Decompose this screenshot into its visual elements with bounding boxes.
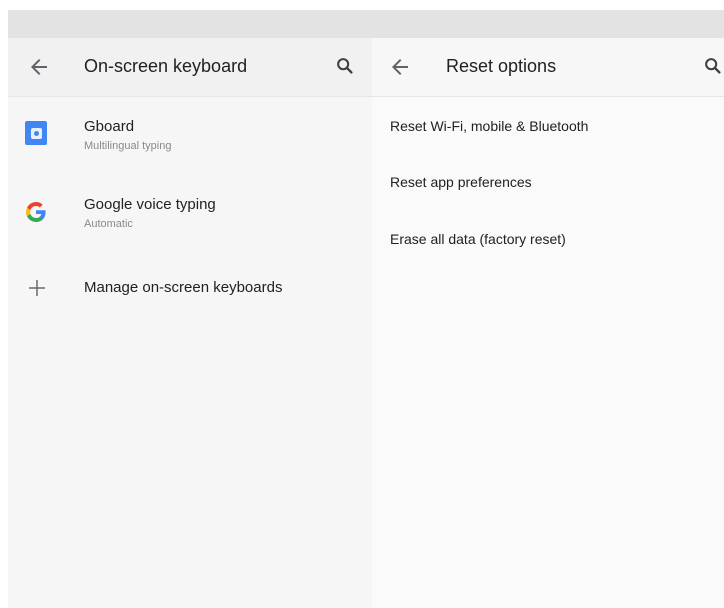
on-screen-keyboard-pane: On-screen keyboard Gboard Multilingual t… <box>8 38 372 608</box>
google-g-icon <box>24 200 48 224</box>
left-toolbar: On-screen keyboard <box>8 38 372 97</box>
item-title: Manage on-screen keyboards <box>84 279 283 296</box>
reset-app-preferences[interactable]: Reset app preferences <box>390 174 532 190</box>
plus-icon <box>25 276 49 300</box>
item-subtitle: Multilingual typing <box>84 140 172 152</box>
right-toolbar: Reset options <box>372 38 724 97</box>
list-item-manage-keyboards[interactable]: Manage on-screen keyboards <box>8 262 372 314</box>
gboard-icon <box>25 121 47 145</box>
search-icon[interactable] <box>702 55 724 77</box>
item-subtitle: Automatic <box>84 218 133 230</box>
erase-all-data[interactable]: Erase all data (factory reset) <box>390 231 566 247</box>
search-icon[interactable] <box>334 55 356 77</box>
back-arrow-icon[interactable] <box>388 55 412 79</box>
list-item-gboard[interactable]: Gboard Multilingual typing <box>8 108 372 168</box>
page-title: Reset options <box>446 56 557 76</box>
reset-wifi-mobile-bluetooth[interactable]: Reset Wi-Fi, mobile & Bluetooth <box>390 118 588 134</box>
item-title: Google voice typing <box>84 196 216 213</box>
back-arrow-icon[interactable] <box>27 55 51 79</box>
reset-options-pane: Reset options Reset Wi-Fi, mobile & Blue… <box>372 38 724 608</box>
page-title: On-screen keyboard <box>84 56 248 76</box>
status-bar <box>8 10 724 38</box>
list-item-google-voice-typing[interactable]: Google voice typing Automatic <box>8 186 372 246</box>
device-screen: On-screen keyboard Gboard Multilingual t… <box>8 10 724 608</box>
item-title: Gboard <box>84 118 135 135</box>
